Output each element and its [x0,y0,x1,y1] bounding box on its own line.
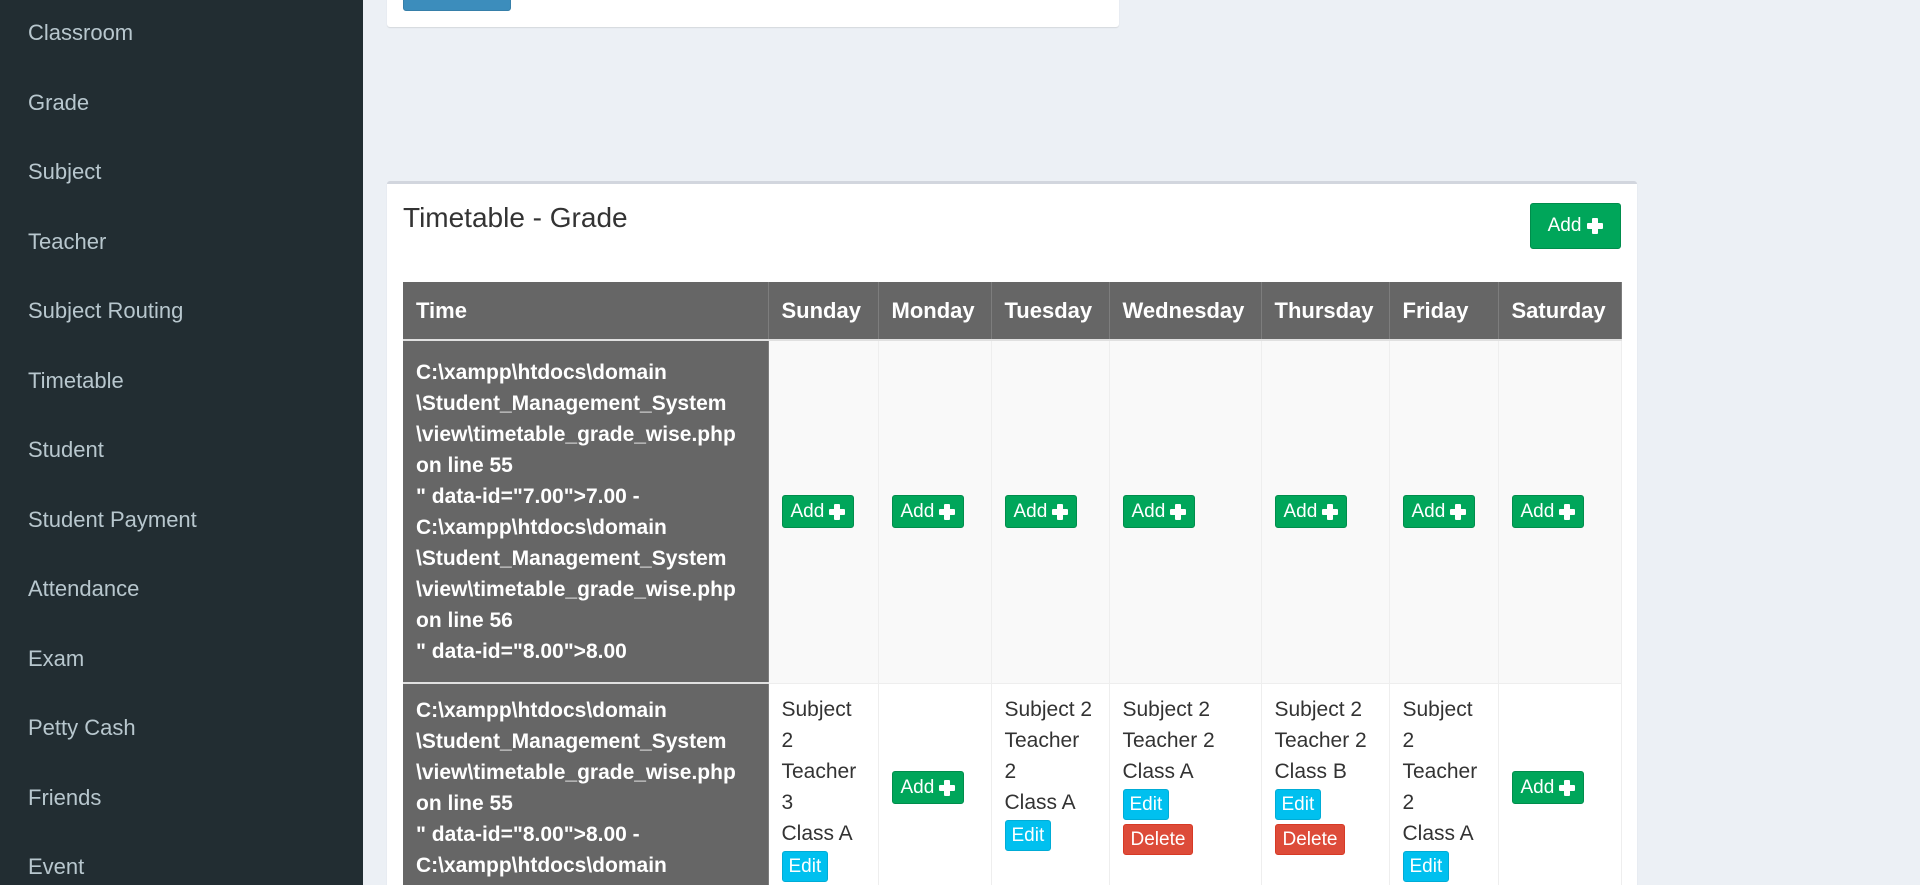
col-header-friday: Friday [1389,282,1499,341]
table-row: C:\xampp\htdocs\domain \Student_Manageme… [403,340,1622,684]
timetable-table: Time Sunday Monday Tuesday Wednesday Thu… [403,282,1622,885]
add-slot-button[interactable]: Add [1511,495,1585,529]
class-text: Class A [781,821,853,845]
sunday-cell: Add [768,340,879,684]
table-header-row: Time Sunday Monday Tuesday Wednesday Thu… [403,282,1622,341]
timetable-box: Timetable - Grade Add Time Sunday Monday… [387,181,1637,885]
time-cell: C:\xampp\htdocs\domain \Student_Manageme… [403,683,769,885]
sidebar-item-exam[interactable]: Exam [28,646,84,672]
subject-text: Subject 2 [1274,697,1363,721]
time-cell: C:\xampp\htdocs\domain \Student_Manageme… [403,340,769,684]
edit-button[interactable]: Edit [1274,788,1322,820]
col-header-sunday: Sunday [768,282,879,341]
edit-button[interactable]: Edit [1402,850,1450,882]
saturday-cell: Add [1498,340,1622,684]
previous-form-box [387,0,1119,27]
sidebar-item-student[interactable]: Student [28,437,104,463]
table-row: C:\xampp\htdocs\domain \Student_Manageme… [403,683,1622,885]
thursday-cell: Subject 2 Teacher 2 Class B Edit Delete [1261,683,1390,885]
sidebar-item-event[interactable]: Event [28,854,84,880]
teacher-text: Teacher 2 [1004,728,1080,783]
sidebar-item-grade[interactable]: Grade [28,90,89,116]
plus-icon [1559,503,1576,520]
friday-cell: Add [1389,340,1499,684]
submit-button[interactable] [403,0,511,11]
add-slot-button[interactable]: Add [891,771,965,804]
add-slot-button[interactable]: Add [1274,495,1348,529]
subject-text: Subject 2 [1122,697,1211,721]
teacher-text: Teacher 2 [1122,728,1215,752]
add-label: Add [1411,501,1446,523]
add-slot-button[interactable]: Add [1122,495,1196,529]
sidebar-item-attendance[interactable]: Attendance [28,576,139,602]
teacher-text: Teacher 3 [781,759,857,814]
plus-icon [1559,779,1576,796]
tuesday-cell: Subject 2 Teacher 2 Class A Edit [991,683,1110,885]
delete-button[interactable]: Delete [1274,823,1346,855]
sidebar-item-subject[interactable]: Subject [28,159,101,185]
add-button-label: Add [1547,215,1582,236]
plus-icon [1450,503,1467,520]
add-label: Add [900,501,935,523]
sidebar-item-timetable[interactable]: Timetable [28,368,124,394]
edit-button[interactable]: Edit [781,850,829,882]
sidebar-item-petty-cash[interactable]: Petty Cash [28,715,136,741]
sidebar: Classroom Grade Subject Teacher Subject … [0,0,363,885]
plus-icon [1587,218,1604,234]
add-label: Add [1013,501,1048,523]
col-header-time: Time [403,282,769,341]
teacher-text: Teacher 2 [1274,728,1367,752]
thursday-cell: Add [1261,340,1390,684]
plus-icon [829,503,846,520]
add-label: Add [1520,777,1555,798]
add-slot-button[interactable]: Add [1004,495,1078,529]
sidebar-item-classroom[interactable]: Classroom [28,20,133,46]
edit-button[interactable]: Edit [1004,819,1052,851]
add-label: Add [1283,501,1318,523]
add-slot-button[interactable]: Add [1402,495,1476,529]
wednesday-cell: Add [1109,340,1262,684]
col-header-saturday: Saturday [1498,282,1622,341]
add-timetable-button[interactable]: Add [1530,203,1621,249]
class-text: Class A [1402,821,1474,845]
sidebar-item-teacher[interactable]: Teacher [28,229,106,255]
col-header-tuesday: Tuesday [991,282,1110,341]
add-label: Add [1520,501,1555,523]
add-label: Add [1131,501,1166,523]
sidebar-item-friends[interactable]: Friends [28,785,101,811]
delete-button[interactable]: Delete [1122,823,1194,855]
sidebar-item-student-payment[interactable]: Student Payment [28,507,197,533]
subject-text: Subject 2 [1004,697,1093,721]
add-label: Add [790,501,825,523]
wednesday-cell: Subject 2 Teacher 2 Class A Edit Delete [1109,683,1262,885]
plus-icon [939,503,956,520]
teacher-text: Teacher 2 [1402,759,1478,814]
subject-text: Subject 2 [781,697,852,752]
plus-icon [1322,503,1339,520]
sunday-cell: Subject 2 Teacher 3 Class A Edit [768,683,879,885]
class-text: Class A [1122,759,1194,783]
col-header-monday: Monday [878,282,992,341]
add-slot-button[interactable]: Add [891,495,965,529]
plus-icon [939,779,956,796]
plus-icon [1170,503,1187,520]
add-slot-button[interactable]: Add [781,495,855,529]
col-header-wednesday: Wednesday [1109,282,1262,341]
edit-button[interactable]: Edit [1122,788,1170,820]
box-title: Timetable - Grade [403,202,628,233]
tuesday-cell: Add [991,340,1110,684]
add-slot-button[interactable]: Add [1511,771,1585,804]
sidebar-item-subject-routing[interactable]: Subject Routing [28,298,183,324]
class-text: Class B [1274,759,1347,783]
add-label: Add [900,777,935,798]
saturday-cell: Add [1498,683,1622,885]
plus-icon [1052,503,1069,520]
subject-text: Subject 2 [1402,697,1473,752]
class-text: Class A [1004,790,1076,814]
col-header-thursday: Thursday [1261,282,1390,341]
friday-cell: Subject 2 Teacher 2 Class A Edit [1389,683,1499,885]
monday-cell: Add [878,340,992,684]
monday-cell: Add [878,683,992,885]
